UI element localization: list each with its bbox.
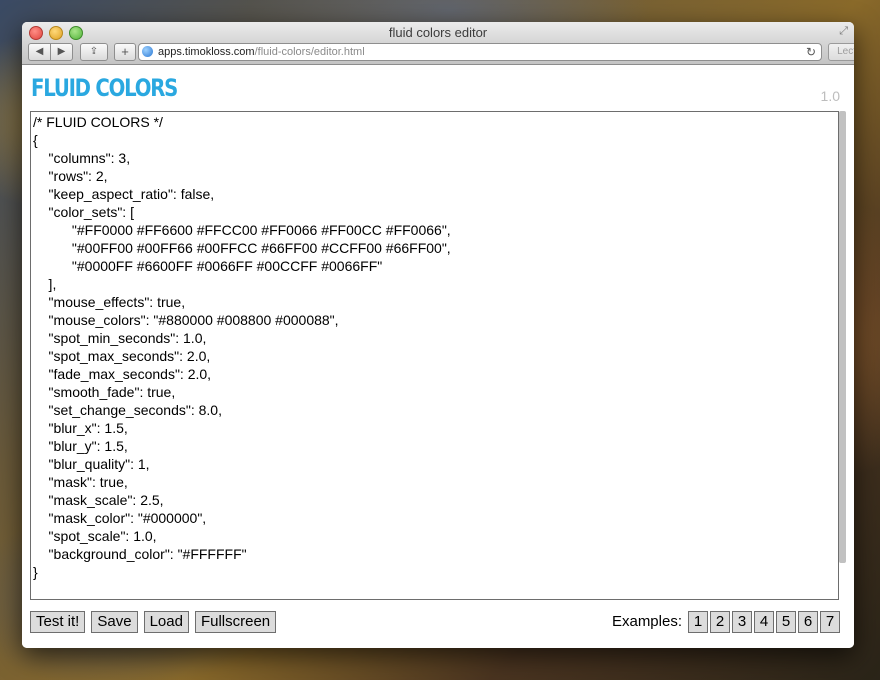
browser-window: fluid colors editor ⤢ ◀ ▶ ⇪ + apps.timok… xyxy=(22,22,854,648)
back-button[interactable]: ◀ xyxy=(28,43,51,61)
plus-icon: + xyxy=(121,44,129,59)
examples-group: Examples: 1 2 3 4 5 6 7 xyxy=(612,611,840,633)
example-6-button[interactable]: 6 xyxy=(798,611,818,633)
example-7-button[interactable]: 7 xyxy=(820,611,840,633)
reader-button[interactable]: Lector xyxy=(828,43,854,61)
url-host: apps.timokloss.com xyxy=(158,46,255,58)
url-text: apps.timokloss.com/fluid-colors/editor.h… xyxy=(158,44,365,60)
save-button[interactable]: Save xyxy=(91,611,138,633)
action-bar: Test it! Save Load Fullscreen Examples: 1 2 3 4… xyxy=(30,611,840,633)
back-arrow-icon: ◀ xyxy=(35,46,44,57)
share-icon: ⇪ xyxy=(89,46,99,57)
browser-toolbar: ◀ ▶ ⇪ + apps.timokloss.com/fluid-colors/… xyxy=(22,42,854,65)
version-label: 1.0 xyxy=(820,88,840,104)
load-button[interactable]: Load xyxy=(143,611,189,633)
address-bar[interactable]: apps.timokloss.com/fluid-colors/editor.h… xyxy=(138,43,822,61)
share-button[interactable]: ⇪ xyxy=(80,43,108,61)
fullscreen-button[interactable]: Fullscreen xyxy=(194,611,277,633)
reload-icon[interactable]: ↻ xyxy=(806,44,816,60)
fluid-colors-logo: FLUID COLORS xyxy=(31,74,178,102)
example-4-button[interactable]: 4 xyxy=(754,611,774,633)
forward-button[interactable]: ▶ xyxy=(50,43,73,61)
example-2-button[interactable]: 2 xyxy=(710,611,730,633)
example-5-button[interactable]: 5 xyxy=(776,611,796,633)
title-bar: fluid colors editor ⤢ xyxy=(22,22,854,42)
editor-scrollbar[interactable] xyxy=(839,111,846,563)
window-title: fluid colors editor xyxy=(388,25,488,40)
fullscreen-toggle-icon[interactable]: ⤢ xyxy=(839,25,848,38)
globe-icon xyxy=(142,46,153,57)
add-bookmark-button[interactable]: + xyxy=(114,43,136,61)
example-3-button[interactable]: 3 xyxy=(732,611,752,633)
url-path: /fluid-colors/editor.html xyxy=(254,46,365,58)
page-content: FLUID COLORS 1.0 /* FLUID COLORS */ { "c… xyxy=(22,65,854,648)
config-editor[interactable]: /* FLUID COLORS */ { "columns": 3, "rows… xyxy=(31,112,831,599)
example-1-button[interactable]: 1 xyxy=(688,611,708,633)
examples-label: Examples: xyxy=(611,613,682,630)
test-button[interactable]: Test it! xyxy=(30,611,86,633)
forward-arrow-icon: ▶ xyxy=(57,46,66,57)
config-editor-frame: /* FLUID COLORS */ { "columns": 3, "rows… xyxy=(30,111,839,600)
